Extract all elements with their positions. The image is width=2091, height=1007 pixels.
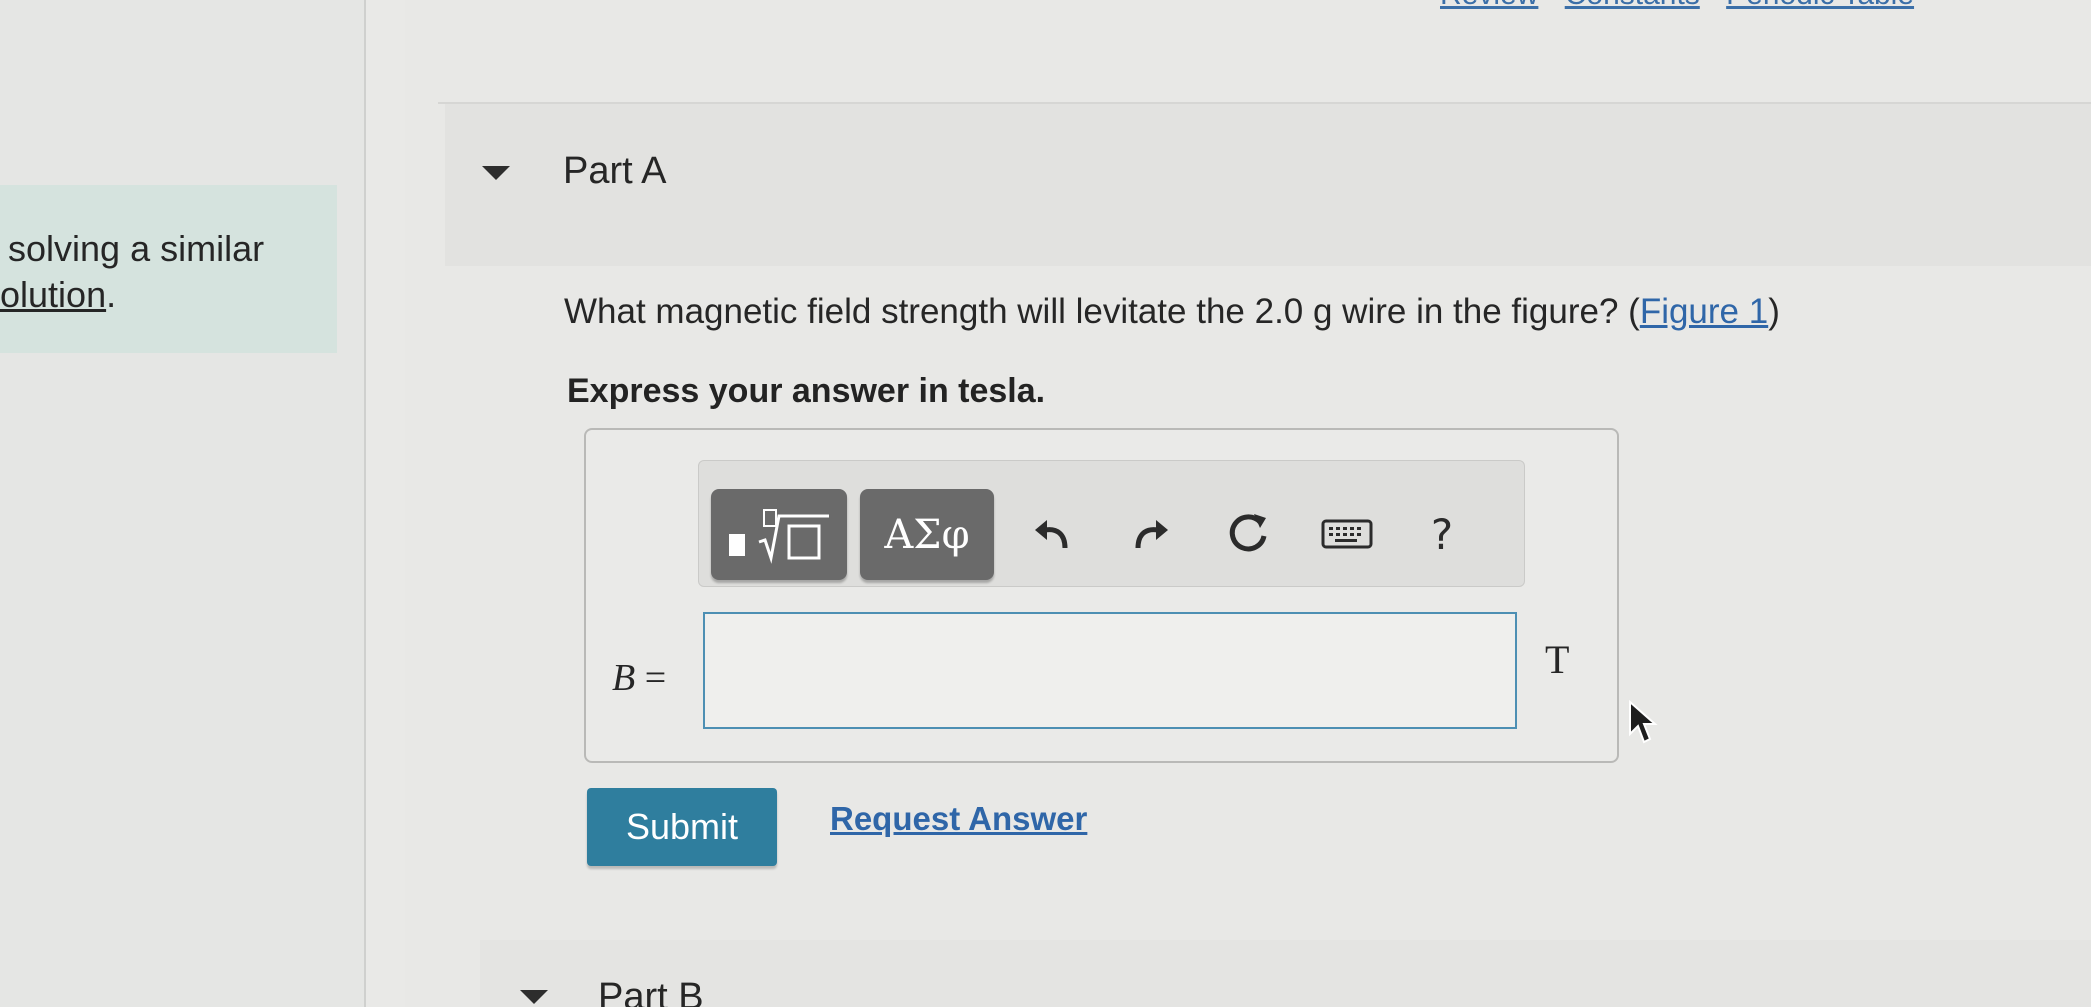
top-nav: Review Constants Periodic Table [1440,0,1932,12]
page: solving a similar olution. Review Consta… [0,0,2091,1007]
keyboard-icon[interactable] [1317,504,1377,564]
hint-text-line-2: olution. [0,274,116,316]
greek-symbols-button[interactable]: ΑΣφ [860,489,994,580]
hint-suffix: . [106,274,117,315]
equals-sign: = [635,657,667,699]
question-text: What magnetic field strength will levita… [564,292,1780,332]
request-answer-link[interactable]: Request Answer [830,800,1087,838]
reset-icon[interactable] [1218,504,1278,564]
answer-input[interactable] [703,612,1517,729]
part-b-header[interactable] [480,940,2091,1007]
hint-solution-link[interactable]: olution [0,274,106,315]
templates-button[interactable] [711,489,847,580]
answer-instruction: Express your answer in tesla. [567,372,1046,410]
mouse-cursor-icon [1628,699,1658,751]
nav-periodic-table-link[interactable]: Periodic Table [1726,0,1914,11]
sidebar-divider [364,0,366,1007]
submit-button[interactable]: Submit [587,788,777,866]
variable-label: B = [612,656,666,700]
question-body: What magnetic field strength will levita… [564,292,1640,331]
collapse-caret-icon[interactable] [520,990,548,1004]
nav-review-link[interactable]: Review [1440,0,1538,11]
templates-icon [729,508,829,564]
part-b-title[interactable]: Part B [598,976,704,1007]
collapse-caret-icon[interactable] [482,166,510,180]
hint-text: solving a similar [8,228,265,269]
part-a-title[interactable]: Part A [563,150,667,193]
undo-icon[interactable] [1023,504,1083,564]
figure-link[interactable]: Figure 1 [1640,292,1768,331]
redo-icon[interactable] [1120,504,1180,564]
question-close: ) [1768,292,1780,331]
nav-constants-link[interactable]: Constants [1565,0,1700,11]
variable-symbol: B [612,657,636,699]
part-a-header[interactable] [445,104,2091,266]
help-button[interactable]: ? [1412,504,1472,564]
left-sidebar [0,0,365,1007]
unit-label: T [1545,637,1570,682]
